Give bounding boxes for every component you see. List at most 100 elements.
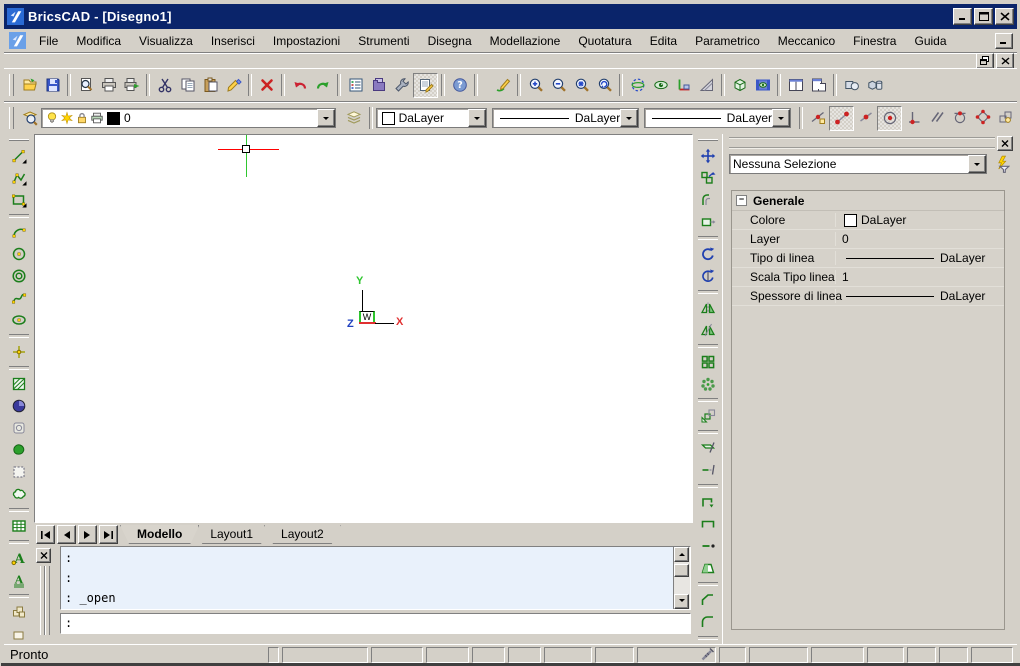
- circle-button[interactable]: [8, 243, 30, 265]
- edit-polyline-button[interactable]: [697, 491, 719, 513]
- properties-list-button[interactable]: [344, 74, 367, 97]
- mdi-minimize-button[interactable]: [995, 33, 1013, 49]
- mirror-3d-button[interactable]: [697, 319, 719, 341]
- menu-edita[interactable]: Edita: [641, 31, 686, 51]
- scroll-down-button[interactable]: [674, 594, 689, 609]
- tab-last-button[interactable]: [99, 525, 118, 544]
- command-scrollbar[interactable]: [673, 547, 690, 609]
- command-history[interactable]: ::: _open: [60, 546, 691, 610]
- export-button[interactable]: [120, 74, 143, 97]
- render-button[interactable]: [751, 74, 774, 97]
- snap-perpendicular-button[interactable]: [902, 106, 925, 129]
- tab-first-button[interactable]: [36, 525, 55, 544]
- layer-state-button[interactable]: [413, 73, 438, 98]
- look-button[interactable]: [649, 74, 672, 97]
- wipeout-button[interactable]: [8, 461, 30, 483]
- drawing-explorer-button[interactable]: [367, 74, 390, 97]
- snap-midpoint-button[interactable]: [854, 106, 877, 129]
- menu-quotatura[interactable]: Quotatura: [569, 31, 640, 51]
- tab-layout2[interactable]: Layout2: [264, 525, 341, 544]
- boundary-button[interactable]: [8, 439, 30, 461]
- move-button[interactable]: [697, 145, 719, 167]
- linetype-combo-arrow[interactable]: [620, 109, 638, 127]
- toolbar-grip[interactable]: [9, 107, 14, 129]
- tab-prev-button[interactable]: [57, 525, 76, 544]
- property-value[interactable]: 1: [836, 270, 1004, 284]
- insert-block-button[interactable]: [8, 601, 30, 623]
- chamfer-button[interactable]: [697, 589, 719, 611]
- property-value[interactable]: 0: [836, 232, 1004, 246]
- tab-next-button[interactable]: [78, 525, 97, 544]
- tab-layout1[interactable]: Layout1: [193, 525, 270, 544]
- undo-button[interactable]: [288, 74, 311, 97]
- menu-meccanico[interactable]: Meccanico: [769, 31, 844, 51]
- delete-button[interactable]: [255, 74, 278, 97]
- cut-button[interactable]: [153, 74, 176, 97]
- command-close-button[interactable]: [36, 548, 51, 563]
- stretch-button[interactable]: [697, 211, 719, 233]
- menu-guida[interactable]: Guida: [905, 31, 955, 51]
- menu-file[interactable]: File: [30, 31, 67, 51]
- zoom-in-button[interactable]: [524, 74, 547, 97]
- print-preview-button[interactable]: [74, 74, 97, 97]
- redo-button[interactable]: [311, 74, 334, 97]
- collapse-section-box[interactable]: −: [736, 195, 747, 206]
- maximize-button[interactable]: [974, 8, 993, 25]
- tab-modello[interactable]: Modello: [120, 525, 199, 544]
- paste-button[interactable]: [199, 74, 222, 97]
- property-value[interactable]: DaLayer: [836, 251, 1004, 265]
- lineweight-combo-arrow[interactable]: [772, 109, 790, 127]
- menu-strumenti[interactable]: Strumenti: [349, 31, 418, 51]
- menu-modellazione[interactable]: Modellazione: [481, 31, 570, 51]
- region-button[interactable]: [8, 417, 30, 439]
- fillet-button[interactable]: [697, 611, 719, 633]
- color-combo[interactable]: DaLayer: [376, 108, 488, 128]
- tile-windows-button[interactable]: [784, 74, 807, 97]
- entity-3d-button[interactable]: [863, 74, 886, 97]
- mdi-restore-button[interactable]: [976, 53, 994, 69]
- selection-combo-arrow[interactable]: [968, 155, 986, 173]
- layer-explorer-button[interactable]: [18, 107, 41, 130]
- array-button[interactable]: [697, 351, 719, 373]
- entity-2d-button[interactable]: [840, 74, 863, 97]
- layer-combo[interactable]: 0: [41, 108, 336, 128]
- donut-button[interactable]: [8, 265, 30, 287]
- perspective-button[interactable]: [695, 74, 718, 97]
- spline-button[interactable]: [8, 287, 30, 309]
- orbit-button[interactable]: [626, 74, 649, 97]
- scale-button[interactable]: [697, 405, 719, 427]
- toolbar-grip[interactable]: [9, 74, 14, 96]
- solid-button[interactable]: [8, 395, 30, 417]
- linetype-combo[interactable]: DaLayer: [492, 108, 639, 128]
- menu-visualizza[interactable]: Visualizza: [130, 31, 202, 51]
- selection-combo[interactable]: Nessuna Selezione: [729, 154, 987, 174]
- panel-close-button[interactable]: [997, 136, 1013, 151]
- ucs-button[interactable]: [672, 74, 695, 97]
- property-value[interactable]: DaLayer: [836, 289, 1004, 303]
- help-button[interactable]: ?: [448, 74, 471, 97]
- snap-insertion-button[interactable]: [994, 106, 1017, 129]
- menu-inserisci[interactable]: Inserisci: [202, 31, 264, 51]
- line-button[interactable]: [8, 145, 30, 167]
- toolbar-grip[interactable]: [698, 139, 718, 141]
- print-button[interactable]: [97, 74, 120, 97]
- scroll-up-button[interactable]: [674, 547, 689, 562]
- zoom-out-button[interactable]: [547, 74, 570, 97]
- match-properties-brush-button[interactable]: [222, 74, 245, 97]
- copy-entity-button[interactable]: [697, 167, 719, 189]
- zoom-extents-button[interactable]: [570, 74, 593, 97]
- settings-wrench-button[interactable]: [390, 74, 413, 97]
- menu-disegna[interactable]: Disegna: [419, 31, 481, 51]
- open-button[interactable]: [18, 74, 41, 97]
- menu-impostazioni[interactable]: Impostazioni: [264, 31, 349, 51]
- arc-button[interactable]: [8, 221, 30, 243]
- mtext-button[interactable]: A: [8, 547, 30, 569]
- text-button[interactable]: A: [8, 569, 30, 591]
- layers-button[interactable]: [343, 107, 366, 130]
- rotate-button[interactable]: [697, 243, 719, 265]
- offset-button[interactable]: [697, 189, 719, 211]
- toolbar-grip[interactable]: [9, 139, 29, 141]
- copy-button[interactable]: [176, 74, 199, 97]
- snap-center-button[interactable]: [877, 106, 902, 131]
- ellipse-button[interactable]: [8, 309, 30, 331]
